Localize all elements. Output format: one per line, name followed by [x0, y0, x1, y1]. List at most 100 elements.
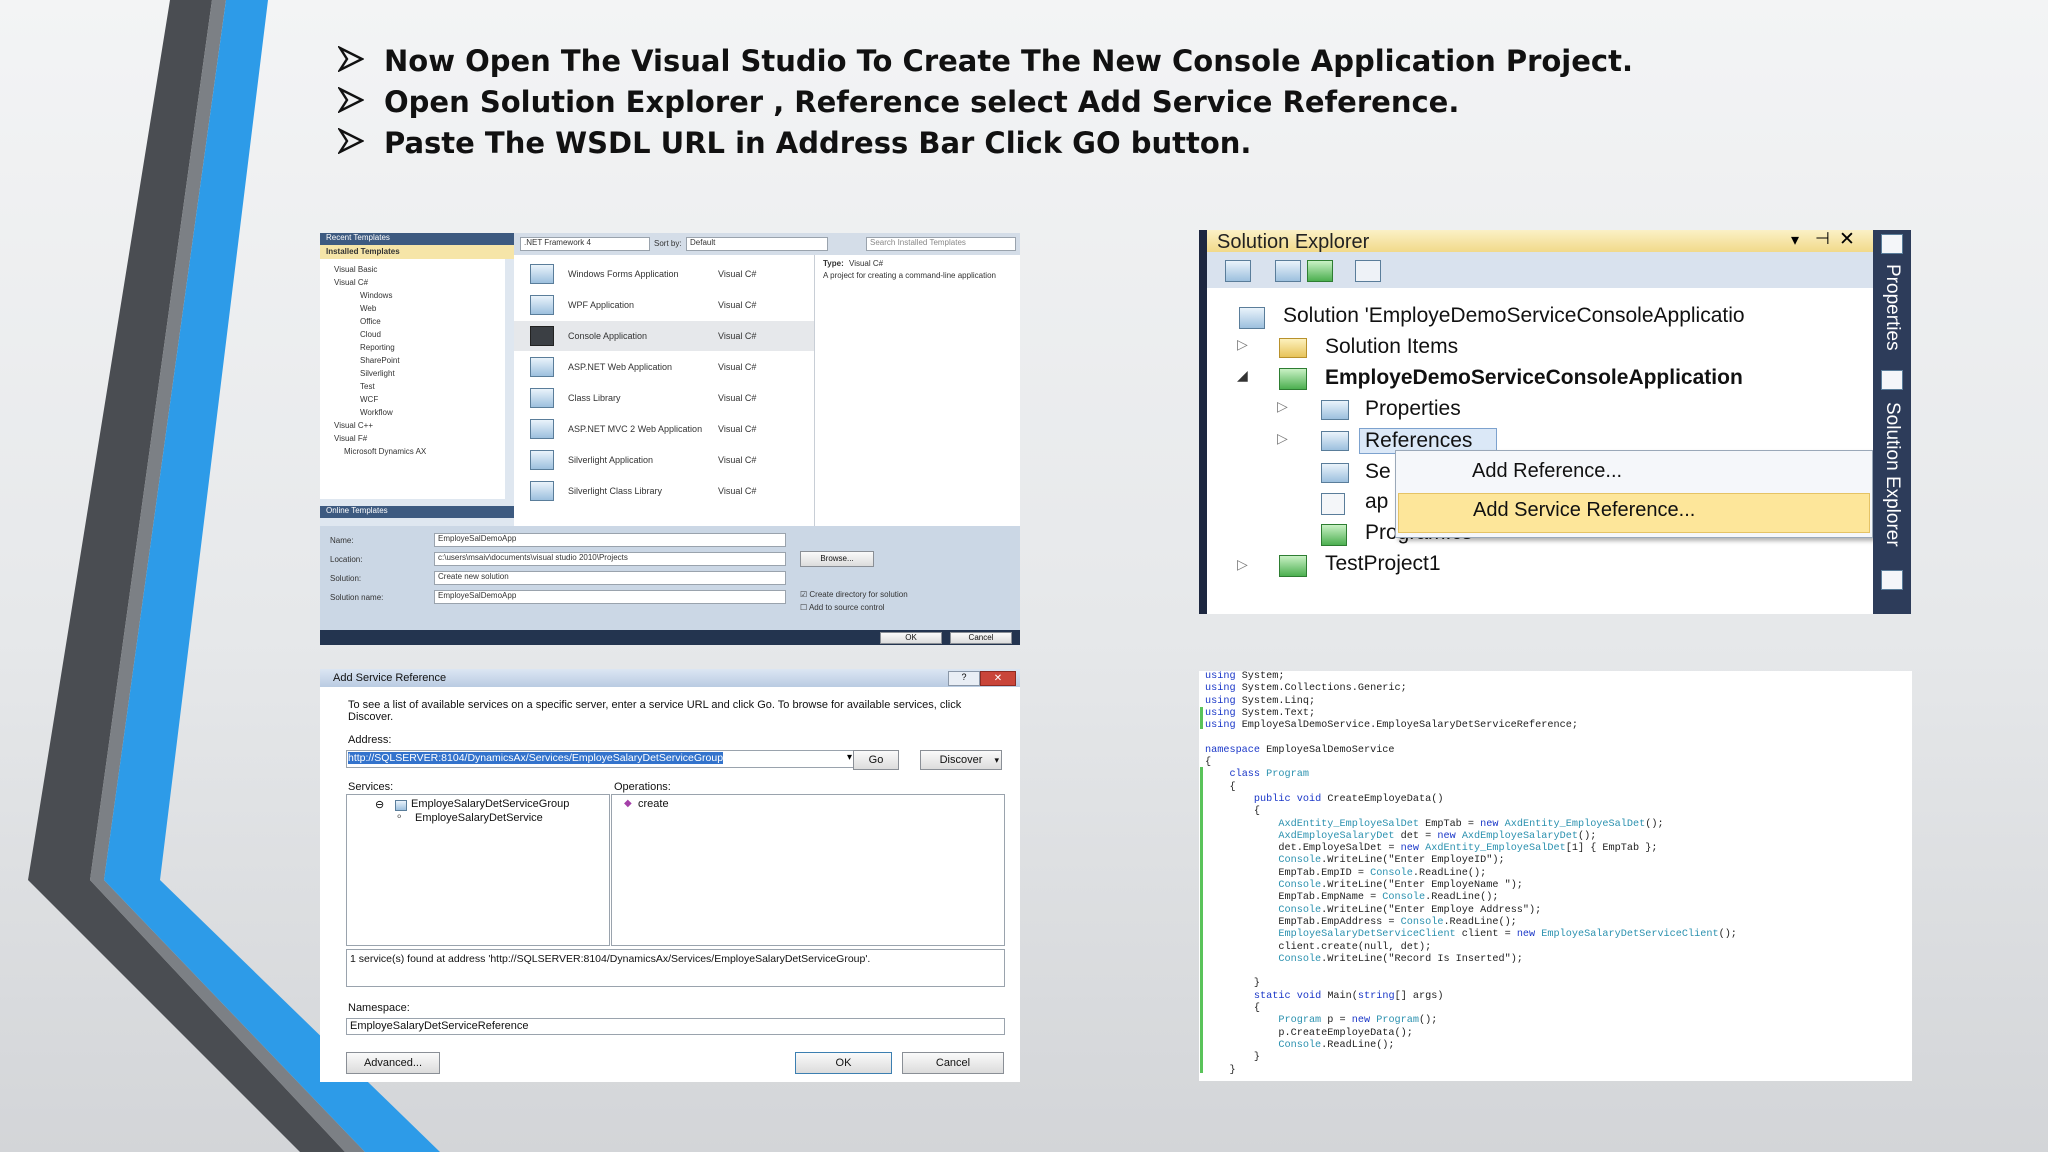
- tree-item[interactable]: Visual C#: [334, 278, 368, 287]
- console-icon: [530, 326, 554, 346]
- recent-templates-header: Recent Templates: [320, 233, 514, 245]
- project-template-icon: [530, 481, 554, 501]
- close-button[interactable]: ✕: [980, 671, 1016, 686]
- menu-add-service-reference[interactable]: Add Service Reference...: [1398, 493, 1870, 533]
- create-dir-checkbox[interactable]: ☑ Create directory for solution: [800, 590, 908, 599]
- code-line: namespace EmployeSalDemoService: [1205, 744, 1395, 756]
- solution-select[interactable]: Create new solution: [434, 571, 786, 585]
- tree-item[interactable]: Windows: [360, 291, 392, 300]
- tree-item[interactable]: SharePoint: [360, 356, 400, 365]
- service-group-node[interactable]: EmployeSalaryDetServiceGroup: [411, 798, 569, 810]
- service-references-node[interactable]: Se: [1365, 460, 1391, 484]
- source-control-checkbox[interactable]: ☐ Add to source control: [800, 603, 885, 612]
- tree-item[interactable]: Web: [360, 304, 376, 313]
- list-item[interactable]: ASP.NET Web Application Visual C#: [514, 352, 814, 382]
- tree-item[interactable]: Office: [360, 317, 381, 326]
- list-item[interactable]: ASP.NET MVC 2 Web Application Visual C#: [514, 414, 814, 444]
- code-line: }: [1205, 978, 1261, 990]
- list-item-selected[interactable]: Console Application Visual C#: [514, 321, 814, 351]
- test-project-node[interactable]: TestProject1: [1325, 552, 1441, 576]
- ok-button[interactable]: OK: [880, 632, 942, 644]
- help-button[interactable]: ?: [948, 671, 980, 686]
- expand-icon[interactable]: ▷: [1277, 398, 1288, 415]
- chevron-down-icon[interactable]: ▾: [847, 752, 852, 763]
- code-line: using System.Text;: [1205, 707, 1316, 719]
- tree-item[interactable]: WCF: [360, 395, 378, 404]
- code-line: }: [1205, 1064, 1236, 1076]
- solution-name-input[interactable]: EmployeSalDemoApp: [434, 590, 786, 604]
- show-all-files-icon[interactable]: [1275, 260, 1301, 282]
- sort-select[interactable]: Default: [686, 237, 828, 251]
- tree-item[interactable]: Visual F#: [334, 434, 367, 443]
- panel-title: Solution Explorer: [1217, 231, 1370, 253]
- tree-item[interactable]: Visual Basic: [334, 265, 377, 274]
- tree-item[interactable]: Reporting: [360, 343, 395, 352]
- team-explorer-tab-icon[interactable]: [1881, 570, 1903, 590]
- list-item[interactable]: WPF Application Visual C#: [514, 290, 814, 320]
- project-form: Name: EmployeSalDemoApp Location: c:\use…: [320, 526, 1020, 630]
- browse-button[interactable]: Browse...: [800, 551, 874, 567]
- cancel-button[interactable]: Cancel: [902, 1052, 1004, 1074]
- tree-item[interactable]: Silverlight: [360, 369, 395, 378]
- expand-icon[interactable]: ▷: [1277, 430, 1288, 447]
- namespace-label: Namespace:: [348, 1002, 410, 1014]
- properties-icon[interactable]: [1225, 260, 1251, 282]
- code-line: {: [1205, 1003, 1261, 1015]
- online-templates-header[interactable]: Online Templates: [320, 506, 514, 518]
- framework-select[interactable]: .NET Framework 4: [520, 237, 650, 251]
- template-search-input[interactable]: Search Installed Templates: [866, 237, 1016, 251]
- project-name-input[interactable]: EmployeSalDemoApp: [434, 533, 786, 547]
- code-line: EmployeSalaryDetServiceClient client = n…: [1278, 929, 1737, 941]
- list-item[interactable]: Silverlight Application Visual C#: [514, 445, 814, 475]
- list-item[interactable]: Class Library Visual C#: [514, 383, 814, 413]
- tree-item[interactable]: Test: [360, 382, 375, 391]
- csharp-file-icon: [1321, 524, 1347, 546]
- arrow-bullet-icon: [338, 128, 364, 154]
- list-item[interactable]: Windows Forms Application Visual C#: [514, 259, 814, 289]
- operations-label: Operations:: [614, 781, 671, 793]
- solution-items-node[interactable]: Solution Items: [1325, 335, 1458, 359]
- refresh-icon[interactable]: [1307, 260, 1333, 282]
- installed-templates-header[interactable]: Installed Templates: [320, 245, 514, 259]
- operation-item[interactable]: create: [638, 798, 669, 810]
- close-icon[interactable]: ✕: [1839, 230, 1855, 251]
- cancel-button[interactable]: Cancel: [950, 632, 1012, 644]
- expand-icon[interactable]: ▷: [1237, 556, 1248, 573]
- namespace-input[interactable]: EmployeSalaryDetServiceReference: [346, 1018, 1005, 1035]
- list-item[interactable]: Silverlight Class Library Visual C#: [514, 476, 814, 506]
- ok-button[interactable]: OK: [795, 1052, 892, 1074]
- add-service-reference-dialog: Add Service Reference ? ✕ To see a list …: [320, 669, 1020, 1082]
- dropdown-icon[interactable]: ▾: [1791, 230, 1799, 250]
- class-diagram-icon[interactable]: [1355, 260, 1381, 282]
- properties-node[interactable]: Properties: [1365, 397, 1461, 421]
- service-references-icon: [1321, 463, 1349, 483]
- tree-item[interactable]: Cloud: [360, 330, 381, 339]
- pin-icon[interactable]: ⊣: [1815, 230, 1830, 249]
- menu-add-reference[interactable]: Add Reference...: [1472, 460, 1622, 483]
- go-button[interactable]: Go: [853, 750, 899, 770]
- address-input[interactable]: http://SQLSERVER:8104/DynamicsAx/Service…: [346, 750, 866, 768]
- tree-item[interactable]: Microsoft Dynamics AX: [344, 447, 426, 456]
- chevron-down-icon[interactable]: ▾: [994, 751, 999, 769]
- location-input[interactable]: c:\users\msaiv\documents\visual studio 2…: [434, 552, 786, 566]
- tree-item[interactable]: Workflow: [360, 408, 393, 417]
- test-project-icon: [1279, 555, 1307, 577]
- app-config-node[interactable]: ap: [1365, 490, 1388, 514]
- collapse-icon[interactable]: ⊖: [375, 798, 384, 811]
- change-marker: [1200, 767, 1203, 1073]
- solution-node[interactable]: Solution 'EmployeDemoServiceConsoleAppli…: [1283, 304, 1745, 328]
- expand-icon[interactable]: ▷: [1237, 336, 1248, 353]
- discover-button[interactable]: Discover ▾: [920, 750, 1002, 770]
- service-node[interactable]: EmployeSalaryDetService: [415, 812, 543, 824]
- advanced-button[interactable]: Advanced...: [346, 1052, 440, 1074]
- collapse-icon[interactable]: ◢: [1237, 367, 1248, 384]
- code-line: Console.WriteLine("Enter EmployeName ");: [1278, 880, 1523, 892]
- code-line: {: [1205, 781, 1236, 793]
- project-node[interactable]: EmployeDemoServiceConsoleApplication: [1325, 366, 1743, 390]
- properties-tab[interactable]: Properties: [1881, 264, 1903, 351]
- tree-item[interactable]: Visual C++: [334, 421, 373, 430]
- code-line: class Program: [1229, 769, 1309, 781]
- change-marker: [1200, 707, 1203, 729]
- project-template-icon: [530, 295, 554, 315]
- solution-explorer-tab[interactable]: Solution Explorer: [1881, 402, 1903, 547]
